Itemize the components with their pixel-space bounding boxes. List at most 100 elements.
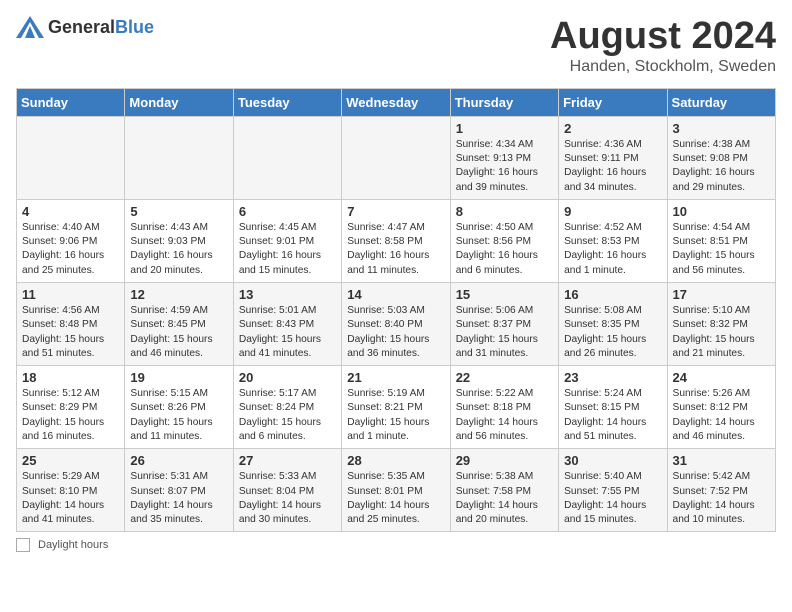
- day-info: Sunrise: 4:54 AM Sunset: 8:51 PM Dayligh…: [673, 221, 770, 278]
- day-number: 7: [347, 204, 444, 219]
- day-info: Sunrise: 5:33 AM Sunset: 8:04 PM Dayligh…: [239, 470, 336, 527]
- day-info: Sunrise: 4:38 AM Sunset: 9:08 PM Dayligh…: [673, 138, 770, 195]
- day-number: 22: [456, 370, 553, 385]
- weekday-header-saturday: Saturday: [667, 88, 775, 116]
- legend-label: Daylight hours: [38, 539, 108, 551]
- calendar-week-2: 4Sunrise: 4:40 AM Sunset: 9:06 PM Daylig…: [17, 199, 776, 282]
- logo-general-text: GeneralBlue: [48, 17, 154, 38]
- day-number: 4: [22, 204, 119, 219]
- day-number: 13: [239, 287, 336, 302]
- day-number: 24: [673, 370, 770, 385]
- title-block: August 2024 Handen, Stockholm, Sweden: [550, 16, 776, 76]
- calendar-week-1: 1Sunrise: 4:34 AM Sunset: 9:13 PM Daylig…: [17, 116, 776, 199]
- day-info: Sunrise: 4:59 AM Sunset: 8:45 PM Dayligh…: [130, 304, 227, 361]
- day-info: Sunrise: 4:47 AM Sunset: 8:58 PM Dayligh…: [347, 221, 444, 278]
- day-number: 28: [347, 453, 444, 468]
- day-number: 17: [673, 287, 770, 302]
- day-number: 6: [239, 204, 336, 219]
- day-info: Sunrise: 5:03 AM Sunset: 8:40 PM Dayligh…: [347, 304, 444, 361]
- day-info: Sunrise: 5:38 AM Sunset: 7:58 PM Dayligh…: [456, 470, 553, 527]
- calendar-cell: 8 Sunrise: 4:50 AM Sunset: 8:56 PM Daylig…: [450, 199, 558, 282]
- day-info: Sunrise: 4:45 AM Sunset: 9:01 PM Dayligh…: [239, 221, 336, 278]
- day-number: 20: [239, 370, 336, 385]
- calendar-table: SundayMondayTuesdayWednesdayThursdayFrid…: [16, 88, 776, 533]
- weekday-header-monday: Monday: [125, 88, 233, 116]
- calendar-cell: 19 Sunrise: 5:15 AM Sunset: 8:26 PM Dayli…: [125, 366, 233, 449]
- day-number: 26: [130, 453, 227, 468]
- day-info: Sunrise: 5:01 AM Sunset: 8:43 PM Dayligh…: [239, 304, 336, 361]
- day-number: 27: [239, 453, 336, 468]
- calendar-cell: 12 Sunrise: 4:59 AM Sunset: 8:45 PM Dayli…: [125, 283, 233, 366]
- day-info: Sunrise: 5:15 AM Sunset: 8:26 PM Dayligh…: [130, 387, 227, 444]
- logo: GeneralBlue: [16, 16, 154, 38]
- calendar-cell: 15Sunrise: 5:06 AM Sunset: 8:37 PM Dayli…: [450, 283, 558, 366]
- location-title: Handen, Stockholm, Sweden: [550, 58, 776, 76]
- month-title: August 2024: [550, 16, 776, 58]
- calendar-cell: 27 Sunrise: 5:33 AM Sunset: 8:04 PM Dayli…: [233, 449, 341, 532]
- calendar-cell: 31Sunrise: 5:42 AM Sunset: 7:52 PM Dayli…: [667, 449, 775, 532]
- weekday-header-friday: Friday: [559, 88, 667, 116]
- calendar-cell: 5 Sunrise: 4:43 AM Sunset: 9:03 PM Daylig…: [125, 199, 233, 282]
- day-number: 16: [564, 287, 661, 302]
- day-number: 9: [564, 204, 661, 219]
- day-number: 3: [673, 121, 770, 136]
- calendar-cell: 28 Sunrise: 5:35 AM Sunset: 8:01 PM Dayli…: [342, 449, 450, 532]
- calendar-week-4: 18Sunrise: 5:12 AM Sunset: 8:29 PM Dayli…: [17, 366, 776, 449]
- calendar-week-5: 25 Sunrise: 5:29 AM Sunset: 8:10 PM Dayli…: [17, 449, 776, 532]
- calendar-cell: 26Sunrise: 5:31 AM Sunset: 8:07 PM Dayli…: [125, 449, 233, 532]
- day-info: Sunrise: 5:24 AM Sunset: 8:15 PM Dayligh…: [564, 387, 661, 444]
- day-number: 5: [130, 204, 227, 219]
- calendar-footer: Daylight hours: [16, 538, 776, 552]
- day-number: 1: [456, 121, 553, 136]
- calendar-cell: 17Sunrise: 5:10 AM Sunset: 8:32 PM Dayli…: [667, 283, 775, 366]
- day-info: Sunrise: 5:42 AM Sunset: 7:52 PM Dayligh…: [673, 470, 770, 527]
- calendar-cell: 29 Sunrise: 5:38 AM Sunset: 7:58 PM Dayli…: [450, 449, 558, 532]
- calendar-cell: 21 Sunrise: 5:19 AM Sunset: 8:21 PM Dayli…: [342, 366, 450, 449]
- weekday-header-sunday: Sunday: [17, 88, 125, 116]
- calendar-cell: [125, 116, 233, 199]
- day-info: Sunrise: 4:50 AM Sunset: 8:56 PM Dayligh…: [456, 221, 553, 278]
- day-number: 18: [22, 370, 119, 385]
- calendar-cell: 25 Sunrise: 5:29 AM Sunset: 8:10 PM Dayli…: [17, 449, 125, 532]
- calendar-cell: 1Sunrise: 4:34 AM Sunset: 9:13 PM Daylig…: [450, 116, 558, 199]
- calendar-cell: [342, 116, 450, 199]
- weekday-header-wednesday: Wednesday: [342, 88, 450, 116]
- calendar-cell: [233, 116, 341, 199]
- weekday-header-tuesday: Tuesday: [233, 88, 341, 116]
- day-number: 21: [347, 370, 444, 385]
- day-info: Sunrise: 5:08 AM Sunset: 8:35 PM Dayligh…: [564, 304, 661, 361]
- day-info: Sunrise: 5:35 AM Sunset: 8:01 PM Dayligh…: [347, 470, 444, 527]
- calendar-cell: 4Sunrise: 4:40 AM Sunset: 9:06 PM Daylig…: [17, 199, 125, 282]
- calendar-cell: 9 Sunrise: 4:52 AM Sunset: 8:53 PM Daylig…: [559, 199, 667, 282]
- day-number: 10: [673, 204, 770, 219]
- calendar-cell: 24Sunrise: 5:26 AM Sunset: 8:12 PM Dayli…: [667, 366, 775, 449]
- calendar-cell: 18Sunrise: 5:12 AM Sunset: 8:29 PM Dayli…: [17, 366, 125, 449]
- day-number: 29: [456, 453, 553, 468]
- day-number: 19: [130, 370, 227, 385]
- day-info: Sunrise: 4:43 AM Sunset: 9:03 PM Dayligh…: [130, 221, 227, 278]
- day-number: 12: [130, 287, 227, 302]
- calendar-cell: 11Sunrise: 4:56 AM Sunset: 8:48 PM Dayli…: [17, 283, 125, 366]
- calendar-cell: 14 Sunrise: 5:03 AM Sunset: 8:40 PM Dayli…: [342, 283, 450, 366]
- day-number: 30: [564, 453, 661, 468]
- calendar-week-3: 11Sunrise: 4:56 AM Sunset: 8:48 PM Dayli…: [17, 283, 776, 366]
- day-number: 11: [22, 287, 119, 302]
- calendar-cell: 20 Sunrise: 5:17 AM Sunset: 8:24 PM Dayli…: [233, 366, 341, 449]
- day-number: 8: [456, 204, 553, 219]
- day-info: Sunrise: 5:19 AM Sunset: 8:21 PM Dayligh…: [347, 387, 444, 444]
- day-info: Sunrise: 5:06 AM Sunset: 8:37 PM Dayligh…: [456, 304, 553, 361]
- day-info: Sunrise: 5:40 AM Sunset: 7:55 PM Dayligh…: [564, 470, 661, 527]
- weekday-header-row: SundayMondayTuesdayWednesdayThursdayFrid…: [17, 88, 776, 116]
- day-number: 23: [564, 370, 661, 385]
- calendar-cell: [17, 116, 125, 199]
- calendar-cell: 22Sunrise: 5:22 AM Sunset: 8:18 PM Dayli…: [450, 366, 558, 449]
- day-number: 14: [347, 287, 444, 302]
- day-info: Sunrise: 4:52 AM Sunset: 8:53 PM Dayligh…: [564, 221, 661, 278]
- calendar-cell: 30 Sunrise: 5:40 AM Sunset: 7:55 PM Dayli…: [559, 449, 667, 532]
- day-info: Sunrise: 5:29 AM Sunset: 8:10 PM Dayligh…: [22, 470, 119, 527]
- day-number: 25: [22, 453, 119, 468]
- weekday-header-thursday: Thursday: [450, 88, 558, 116]
- logo-icon: [16, 16, 44, 38]
- day-info: Sunrise: 5:17 AM Sunset: 8:24 PM Dayligh…: [239, 387, 336, 444]
- calendar-cell: 7 Sunrise: 4:47 AM Sunset: 8:58 PM Daylig…: [342, 199, 450, 282]
